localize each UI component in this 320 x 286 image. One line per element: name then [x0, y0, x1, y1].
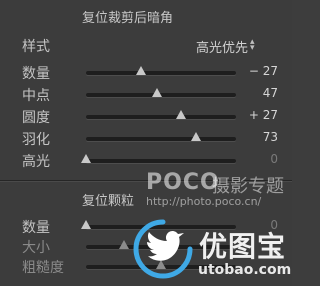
- slider-value[interactable]: 47: [234, 86, 278, 100]
- slider-value[interactable]: − 27: [234, 64, 278, 78]
- slider-thumb[interactable]: [135, 66, 146, 75]
- slider-thumb[interactable]: [151, 88, 162, 97]
- slider-label: 大小: [22, 240, 50, 256]
- style-label: 样式: [22, 39, 50, 55]
- slider-track[interactable]: [86, 115, 236, 119]
- slider-thumb[interactable]: [176, 110, 187, 119]
- develop-panel: 复位裁剪后暗角 样式 高光优先 ▴ ▾ 数量 − 27 中点 47 圆度 + 27 羽化 73 高…: [0, 0, 292, 286]
- slider-thumb[interactable]: [118, 240, 129, 249]
- slider-label: 数量: [22, 220, 50, 236]
- slider-value[interactable]: 73: [234, 130, 278, 144]
- slider-label: 粗糙度: [22, 260, 64, 276]
- watermark-brand: 优图宝: [199, 230, 287, 263]
- slider-label: 圆度: [22, 110, 50, 126]
- grain-section-title[interactable]: 复位颗粒: [82, 190, 134, 209]
- slider-label: 中点: [22, 88, 50, 104]
- watermark-poco: POCO: [146, 170, 220, 195]
- bird-logo-icon: [133, 219, 193, 279]
- slider-thumb[interactable]: [190, 132, 201, 141]
- slider-track[interactable]: [86, 71, 236, 75]
- slider-track[interactable]: [86, 137, 236, 141]
- slider-label: 数量: [22, 66, 50, 82]
- style-dropdown[interactable]: 高光优先: [196, 37, 248, 56]
- vignette-section-title[interactable]: 复位裁剪后暗角: [82, 7, 173, 26]
- slider-value[interactable]: 0: [234, 152, 278, 166]
- slider-thumb[interactable]: [81, 154, 91, 163]
- slider-label: 羽化: [22, 132, 50, 148]
- dropdown-arrows-icon[interactable]: ▴ ▾: [250, 38, 255, 53]
- slider-label: 高光: [22, 154, 50, 170]
- slider-track[interactable]: [86, 159, 236, 163]
- slider-thumb[interactable]: [81, 220, 91, 229]
- watermark-url: http://photo.poco.cn/: [146, 195, 262, 208]
- slider-value[interactable]: + 27: [234, 108, 278, 122]
- watermark-domain: utobao.com: [198, 262, 292, 278]
